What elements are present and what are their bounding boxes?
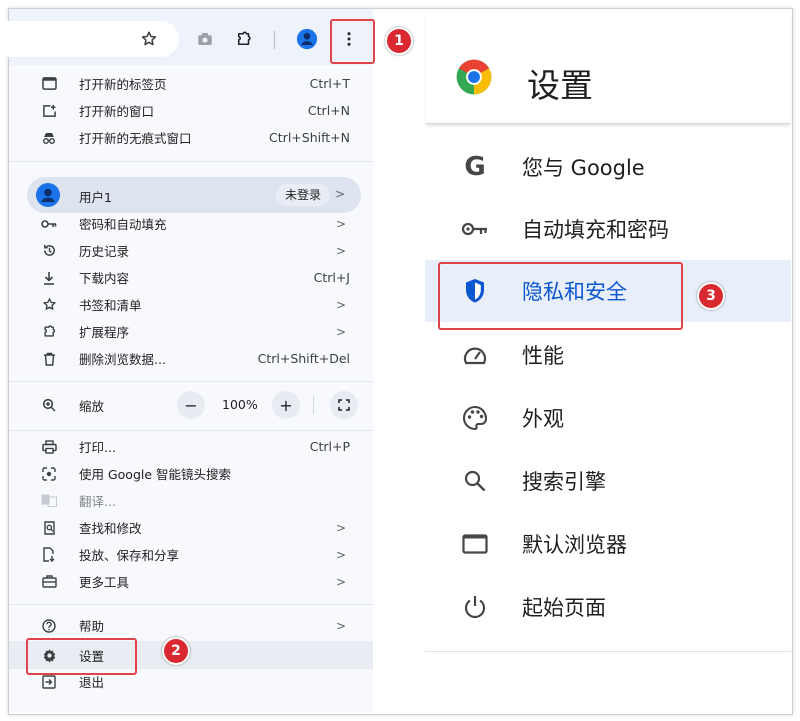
menu-item-help[interactable]: 帮助 > xyxy=(9,612,373,639)
find-icon xyxy=(39,518,59,538)
menu-item-clear-data[interactable]: 删除浏览数据... Ctrl+Shift+Del xyxy=(9,345,373,372)
settings-nav-autofill[interactable]: 自动填充和密码 xyxy=(425,198,791,260)
menu-item-history[interactable]: 历史记录 > xyxy=(9,237,373,264)
settings-panel: 设置 G 您与 Google 自动填充和密码 隐私和安全 性能 外观 搜索引擎 … xyxy=(425,9,791,712)
menu-item-more-tools[interactable]: 更多工具 > xyxy=(9,568,373,595)
search-icon xyxy=(460,466,490,496)
settings-nav-performance[interactable]: 性能 xyxy=(425,324,791,386)
zoom-level: 100% xyxy=(222,397,258,412)
help-icon xyxy=(39,616,59,636)
profile-row[interactable]: 用户1 未登录 > xyxy=(27,177,361,213)
menu-item-new-tab[interactable]: 打开新的标签页 Ctrl+T xyxy=(9,70,373,97)
step-badge-2: 2 xyxy=(162,637,190,665)
power-icon xyxy=(460,592,490,622)
key-icon xyxy=(39,214,59,234)
chevron-right-icon: > xyxy=(335,520,346,535)
zoom-divider xyxy=(313,396,314,414)
menu-item-new-window[interactable]: 打开新的窗口 Ctrl+N xyxy=(9,97,373,124)
zoom-in-button[interactable]: + xyxy=(272,391,300,419)
step-badge-3: 3 xyxy=(697,282,725,310)
new-tab-icon xyxy=(39,74,59,94)
chevron-right-icon: > xyxy=(335,547,346,562)
chevron-right-icon: > xyxy=(335,618,346,633)
menu-item-incognito[interactable]: 打开新的无痕式窗口 Ctrl+Shift+N xyxy=(9,124,373,151)
trash-icon xyxy=(39,349,59,369)
chevron-right-icon: > xyxy=(335,574,346,589)
menu-item-translate[interactable]: 翻译... xyxy=(9,487,373,514)
divider xyxy=(9,161,373,162)
settings-nav-default-browser[interactable]: 默认浏览器 xyxy=(425,513,791,575)
zoom-icon xyxy=(39,395,59,415)
palette-icon xyxy=(460,403,490,433)
incognito-icon xyxy=(39,128,59,148)
menu-item-cast-save-share[interactable]: 投放、保存和分享 > xyxy=(9,541,373,568)
chevron-right-icon: > xyxy=(335,216,346,231)
fullscreen-icon[interactable] xyxy=(330,391,358,419)
zoom-out-button[interactable]: − xyxy=(177,391,205,419)
chrome-menu-panel: 打开新的标签页 Ctrl+T 打开新的窗口 Ctrl+N 打开新的无痕式窗口 C… xyxy=(0,9,373,712)
menu-item-extensions[interactable]: 扩展程序 > xyxy=(9,318,373,345)
highlight-settings xyxy=(26,638,137,675)
settings-header: 设置 xyxy=(425,9,791,124)
menu-item-zoom: 缩放 − 100% + xyxy=(9,389,373,421)
menu-item-passwords[interactable]: 密码和自动填充 > xyxy=(9,210,373,237)
new-window-icon xyxy=(39,101,59,121)
lens-icon xyxy=(39,464,59,484)
divider xyxy=(9,604,373,605)
chevron-right-icon: > xyxy=(335,243,346,258)
speedometer-icon xyxy=(460,340,490,370)
settings-nav-on-startup[interactable]: 起始页面 xyxy=(425,576,791,638)
download-icon xyxy=(39,268,59,288)
menu-item-bookmarks[interactable]: 书签和清单 > xyxy=(9,291,373,318)
browser-window-icon xyxy=(460,529,490,559)
chevron-right-icon: > xyxy=(335,324,346,339)
toolbox-icon xyxy=(39,572,59,592)
settings-nav-search-engine[interactable]: 搜索引擎 xyxy=(425,450,791,512)
history-icon xyxy=(39,241,59,261)
menu-item-find[interactable]: 查找和修改 > xyxy=(9,514,373,541)
translate-icon xyxy=(39,491,59,511)
google-g-icon: G xyxy=(464,152,486,182)
menu-item-downloads[interactable]: 下载内容 Ctrl+J xyxy=(9,264,373,291)
highlight-privacy xyxy=(438,262,683,330)
profile-icon[interactable] xyxy=(295,27,319,51)
toolbar xyxy=(0,9,373,65)
chevron-right-icon: > xyxy=(335,297,346,312)
settings-nav-you-and-google[interactable]: G 您与 Google xyxy=(425,136,791,198)
step-badge-1: 1 xyxy=(385,27,413,55)
key-icon xyxy=(460,214,490,244)
puzzle-icon xyxy=(39,322,59,342)
divider xyxy=(9,381,373,382)
cast-icon xyxy=(39,545,59,565)
bookmark-star-icon[interactable] xyxy=(137,27,161,51)
print-icon xyxy=(39,437,59,457)
menu-item-google-lens[interactable]: 使用 Google 智能镜头搜索 xyxy=(9,460,373,487)
star-icon xyxy=(39,295,59,315)
profile-name: 用户1 xyxy=(79,190,112,205)
chrome-logo-icon xyxy=(455,58,493,96)
status-badge: 未登录 xyxy=(276,184,331,206)
camera-icon[interactable] xyxy=(193,27,217,51)
avatar xyxy=(36,183,60,207)
extensions-icon[interactable] xyxy=(232,27,256,51)
divider xyxy=(9,430,373,431)
highlight-more-menu xyxy=(330,19,375,64)
settings-nav-appearance[interactable]: 外观 xyxy=(425,387,791,449)
chevron-right-icon: > xyxy=(334,187,345,201)
menu-item-print[interactable]: 打印... Ctrl+P xyxy=(9,433,373,460)
divider xyxy=(425,651,791,652)
page-title: 设置 xyxy=(527,66,593,105)
toolbar-divider xyxy=(274,31,275,49)
